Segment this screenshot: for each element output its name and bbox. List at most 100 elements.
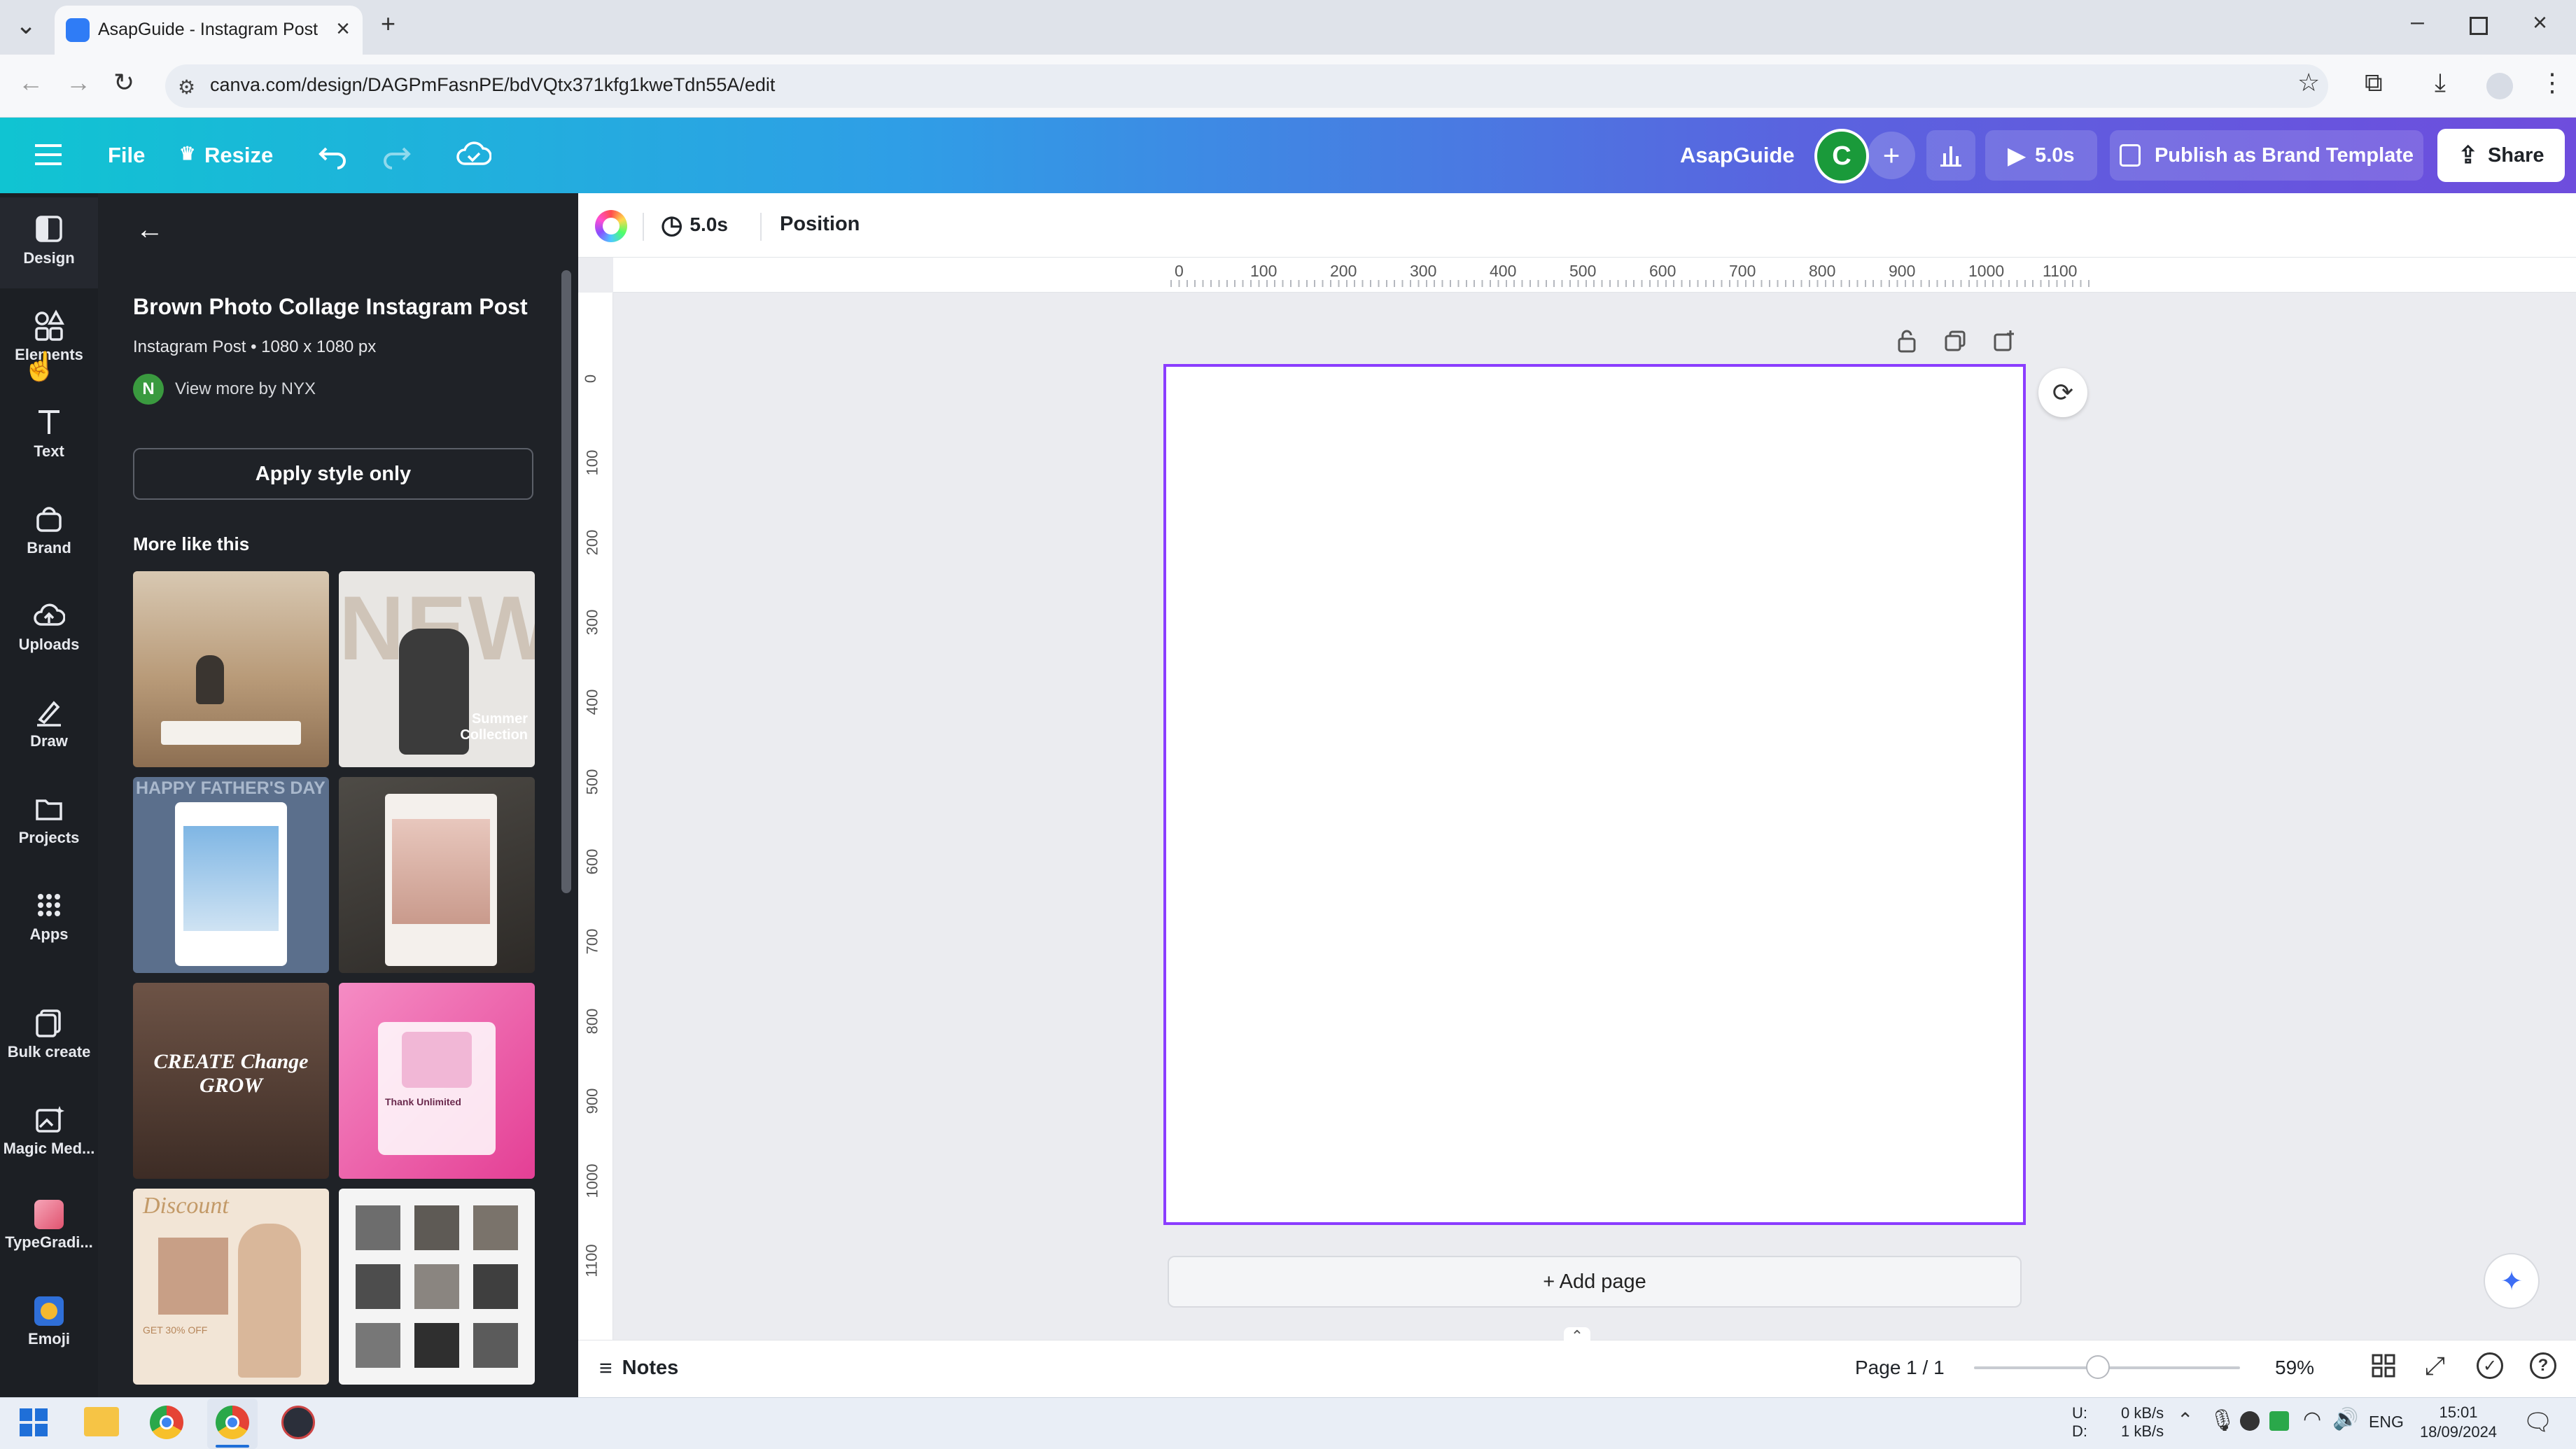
windows-start-icon[interactable] xyxy=(20,1408,48,1436)
volume-icon[interactable]: 🔊 xyxy=(2332,1407,2358,1432)
duplicate-page-icon[interactable] xyxy=(1943,329,1967,353)
team-name[interactable]: AsapGuide xyxy=(1680,143,1795,168)
check-icon[interactable]: ✓ xyxy=(2477,1352,2503,1379)
help-icon[interactable]: ? xyxy=(2530,1352,2556,1379)
language-indicator[interactable]: ENG xyxy=(2369,1413,2404,1432)
browser-tab-bar: ⌄ AsapGuide - Instagram Post × + – × xyxy=(0,0,2576,55)
tab-close-icon[interactable]: × xyxy=(336,15,350,43)
tab-title: AsapGuide - Instagram Post xyxy=(98,20,318,39)
toolbar-divider xyxy=(760,213,762,241)
window-close-icon[interactable]: × xyxy=(2533,10,2547,35)
position-button[interactable]: Position xyxy=(780,213,860,236)
lock-icon[interactable] xyxy=(1896,329,1918,353)
template-thumbnail[interactable]: Thank Unlimited xyxy=(339,983,535,1179)
zoom-level[interactable]: 59% xyxy=(2275,1357,2314,1379)
file-explorer-icon[interactable] xyxy=(84,1407,119,1436)
forward-icon[interactable]: → xyxy=(66,70,91,95)
notes-button[interactable]: ≡ Notes xyxy=(599,1355,678,1381)
magic-assistant-sparkle-icon[interactable]: ✦ xyxy=(2484,1253,2540,1309)
add-page-icon[interactable] xyxy=(1992,329,2016,353)
main-menu-icon[interactable] xyxy=(35,143,62,167)
brand-icon xyxy=(36,507,62,532)
system-clock[interactable]: 15:01 18/09/2024 xyxy=(2415,1403,2502,1442)
browser-menu-icon[interactable]: ⋮ xyxy=(2540,70,2565,95)
bar-chart-icon xyxy=(1940,146,1961,167)
invite-plus-icon[interactable]: + xyxy=(1868,132,1915,179)
rail-item-emoji[interactable]: Emoji xyxy=(0,1281,98,1372)
redo-icon[interactable] xyxy=(381,139,412,169)
undo-icon[interactable] xyxy=(318,139,349,169)
rail-item-magic-media[interactable]: Magic Med... xyxy=(0,1088,98,1179)
rail-item-typegradient[interactable]: TypeGradi... xyxy=(0,1184,98,1275)
site-info-icon[interactable]: ⚙ xyxy=(178,76,195,99)
color-picker-icon[interactable] xyxy=(595,210,627,242)
minimize-icon[interactable]: – xyxy=(2411,10,2424,34)
panel-scrollbar[interactable] xyxy=(561,270,571,893)
template-thumbnail[interactable]: CREATE Change GROW xyxy=(133,983,329,1179)
restore-icon[interactable] xyxy=(2470,17,2488,35)
fullscreen-icon[interactable]: ⤢ xyxy=(2425,1351,2445,1381)
page-indicator[interactable]: Page 1 / 1 xyxy=(1855,1357,1945,1379)
template-thumbnail[interactable] xyxy=(339,1189,535,1385)
apps-icon xyxy=(38,894,60,916)
net-labels: U: D: xyxy=(2072,1404,2087,1440)
ruler-tick: 400 xyxy=(1490,262,1517,280)
share-upload-icon: ⇪ xyxy=(2458,142,2478,169)
template-thumbnail[interactable] xyxy=(133,571,329,767)
cloud-saved-icon[interactable] xyxy=(456,140,491,168)
rail-item-draw[interactable]: Draw xyxy=(0,680,98,771)
share-button[interactable]: ⇪ Share xyxy=(2437,129,2565,182)
add-page-button[interactable]: + Add page xyxy=(1168,1256,2022,1308)
back-icon[interactable]: ← xyxy=(18,70,43,95)
browser-tab[interactable]: AsapGuide - Instagram Post × xyxy=(55,6,363,55)
rail-item-projects[interactable]: Projects xyxy=(0,777,98,868)
template-thumbnail[interactable]: NEW Summer Collection xyxy=(339,571,535,767)
refresh-comment-icon[interactable]: ⟳ xyxy=(2038,368,2087,417)
template-thumbnail[interactable]: HAPPY FATHER'S DAY xyxy=(133,777,329,973)
present-button[interactable]: ▶ 5.0s xyxy=(1985,130,2097,181)
grid-view-icon[interactable] xyxy=(2372,1354,2395,1378)
template-thumbnail[interactable]: Discount GET 30% OFF xyxy=(133,1189,329,1385)
rail-item-design[interactable]: Design xyxy=(0,197,98,288)
tab-search-icon[interactable]: ⌄ xyxy=(15,13,36,38)
creator-link[interactable]: View more by NYX xyxy=(175,379,316,399)
left-ruler-labels: 0 100 200 300 400 500 600 700 800 900 10… xyxy=(582,374,601,1278)
tray-chevron-icon[interactable]: ⌃ xyxy=(2177,1408,2193,1432)
new-tab-icon[interactable]: + xyxy=(381,11,396,36)
chrome-icon[interactable] xyxy=(216,1406,249,1439)
file-menu[interactable]: File xyxy=(108,143,145,168)
template-icon xyxy=(2119,144,2141,167)
ruler-tick: 1100 xyxy=(2043,262,2078,280)
rail-item-text[interactable]: Text xyxy=(0,391,98,482)
user-avatar[interactable]: C xyxy=(1814,129,1869,183)
notifications-icon[interactable]: 🗨 xyxy=(2523,1408,2553,1436)
rail-item-apps[interactable]: Apps xyxy=(0,874,98,965)
resize-menu[interactable]: Resize xyxy=(204,143,273,168)
template-thumbnail[interactable] xyxy=(339,777,535,973)
microphone-icon[interactable]: 🎙 xyxy=(2209,1408,2236,1433)
wifi-icon[interactable]: ◠ xyxy=(2303,1407,2321,1432)
apply-style-button[interactable]: Apply style only xyxy=(133,448,533,500)
download-icon[interactable]: ⤓ xyxy=(2435,70,2446,95)
show-pages-chevron-icon[interactable]: ⌃ xyxy=(1564,1327,1590,1345)
design-canvas[interactable] xyxy=(1163,364,2026,1225)
reload-icon[interactable]: ↻ xyxy=(113,70,134,95)
extensions-icon[interactable]: ⧉ xyxy=(2365,70,2383,95)
zoom-slider-handle[interactable] xyxy=(2086,1355,2110,1379)
duration-button[interactable]: ◷ 5.0s xyxy=(661,210,728,239)
ruler-ticks-top xyxy=(1170,280,2094,287)
tray-app-icon[interactable] xyxy=(2240,1411,2260,1431)
insights-button[interactable] xyxy=(1926,130,1975,181)
rail-item-uploads[interactable]: Uploads xyxy=(0,584,98,675)
ruler-tick: 900 xyxy=(1889,262,1916,280)
creator-avatar: N xyxy=(133,374,164,405)
screen-recorder-icon[interactable] xyxy=(281,1406,315,1439)
bookmark-star-icon[interactable]: ☆ xyxy=(2297,70,2320,95)
chrome-icon[interactable] xyxy=(150,1406,183,1439)
nvidia-icon[interactable] xyxy=(2269,1411,2289,1431)
rail-item-brand[interactable]: Brand xyxy=(0,487,98,578)
rail-item-bulk-create[interactable]: Bulk create xyxy=(0,991,98,1082)
publish-brand-template-button[interactable]: Publish as Brand Template xyxy=(2110,130,2423,181)
panel-back-arrow-icon[interactable]: ← xyxy=(136,214,164,246)
profile-avatar[interactable] xyxy=(2486,73,2513,99)
